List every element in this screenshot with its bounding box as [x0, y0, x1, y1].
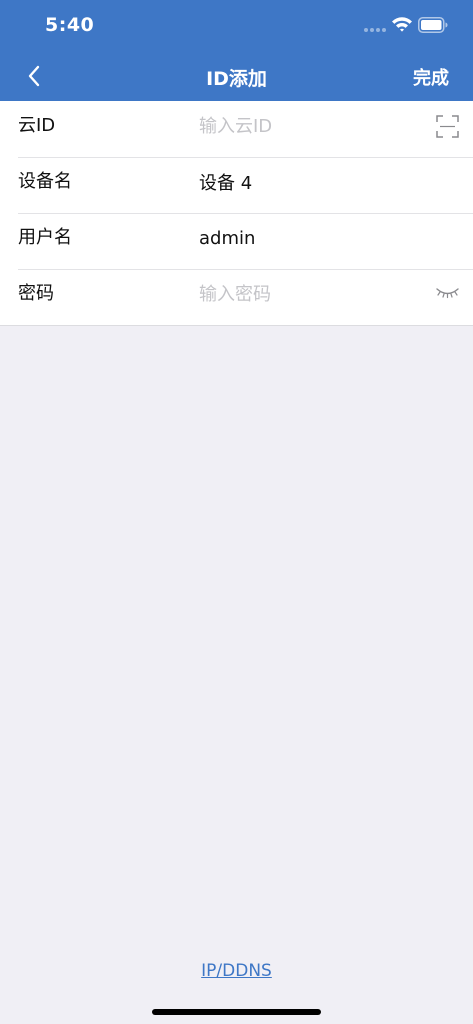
device-form: 云ID 设备名 用户名 密码 — [0, 101, 473, 326]
status-time: 5:40 — [45, 14, 95, 36]
header-bar: 5:40 ID添加 完成 — [0, 0, 473, 101]
cloud-id-label: 云ID — [18, 115, 56, 136]
cloud-id-row: 云ID — [0, 101, 473, 157]
cloud-id-input[interactable] — [199, 111, 419, 141]
password-label: 密码 — [18, 283, 54, 304]
home-indicator — [152, 1009, 321, 1015]
username-input[interactable] — [199, 223, 419, 253]
done-button[interactable]: 完成 — [413, 64, 449, 90]
battery-icon — [418, 17, 448, 33]
wifi-icon — [392, 17, 412, 32]
username-row: 用户名 — [0, 213, 473, 269]
page-title: ID添加 — [206, 68, 267, 90]
ip-ddns-link[interactable]: IP/DDNS — [0, 961, 473, 981]
eye-closed-icon[interactable] — [436, 287, 459, 299]
password-input[interactable] — [199, 279, 419, 309]
username-label: 用户名 — [18, 227, 72, 248]
device-name-input[interactable] — [199, 167, 419, 197]
device-name-label: 设备名 — [18, 171, 72, 192]
scan-icon[interactable] — [436, 115, 459, 138]
password-row: 密码 — [0, 269, 473, 325]
device-name-row: 设备名 — [0, 157, 473, 213]
cellular-signal-icon — [364, 28, 388, 32]
